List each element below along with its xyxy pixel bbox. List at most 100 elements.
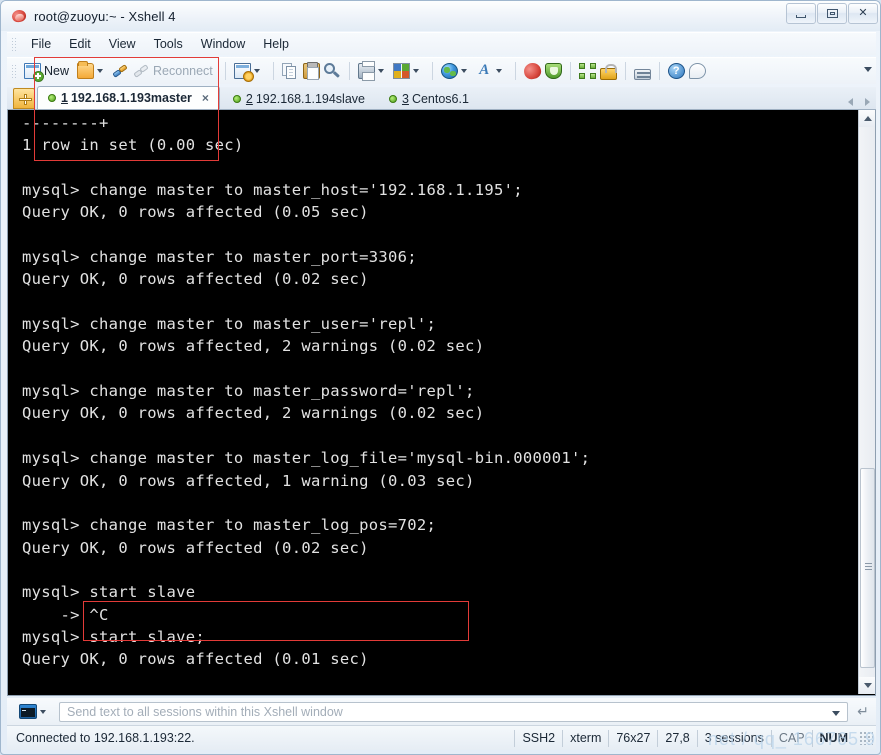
properties-dropdown-caret-icon[interactable]: [253, 69, 260, 73]
terminal-line: Query OK, 0 rows affected (0.02 sec): [22, 538, 369, 557]
toolbar-separator-7: [624, 62, 626, 80]
status-sessions: 3 sessions: [696, 729, 771, 747]
maximize-button[interactable]: [817, 3, 847, 24]
tab-centos6-1[interactable]: 3 Centos6.1: [378, 87, 480, 109]
status-size: 76x27: [608, 729, 657, 747]
keyboard-icon: [633, 68, 651, 80]
lock-icon: [599, 64, 617, 80]
window-controls: ✕: [785, 3, 878, 24]
status-num-lock: NUM: [811, 729, 855, 747]
chat-button[interactable]: [687, 59, 708, 83]
window-title: root@zuoyu:~ - Xshell 4: [34, 8, 176, 24]
find-button[interactable]: [322, 59, 343, 83]
send-text-input[interactable]: Send text to all sessions within this Xs…: [59, 701, 848, 722]
terminal-line: Query OK, 0 rows affected (0.02 sec): [22, 270, 369, 289]
print-button[interactable]: [356, 59, 391, 83]
open-session-button[interactable]: [75, 59, 110, 83]
send-history-caret-icon[interactable]: [832, 710, 840, 716]
terminal-line: mysql> start slave;: [22, 627, 206, 646]
menu-edit[interactable]: Edit: [60, 34, 100, 54]
terminal-line: mysql> change master to master_log_pos=7…: [22, 516, 437, 535]
terminal-line: -> ^C: [22, 605, 109, 624]
scroll-down-button[interactable]: [859, 677, 875, 694]
new-session-button[interactable]: New: [22, 59, 75, 83]
terminal-line: Query OK, 0 rows affected (0.01 sec): [22, 650, 369, 669]
font-button[interactable]: A: [474, 59, 509, 83]
keyboard-button[interactable]: [632, 59, 653, 83]
minimize-icon: [796, 14, 806, 18]
connect-button[interactable]: [110, 59, 131, 83]
connection-status: Connected to 192.168.1.193:22.: [16, 731, 195, 745]
title-bar: root@zuoyu:~ - Xshell 4 ✕: [1, 1, 880, 31]
send-target-caret-icon[interactable]: [40, 709, 46, 714]
reconnect-plug-icon: [133, 63, 150, 79]
web-button[interactable]: [439, 59, 474, 83]
shield-icon: [544, 63, 562, 79]
toolbar-separator-4: [431, 62, 433, 80]
send-enter-button[interactable]: ↵: [850, 703, 876, 720]
terminal-panel: --------+ 1 row in set (0.00 sec) mysql> c…: [7, 110, 876, 696]
layout-dropdown-caret-icon[interactable]: [412, 69, 419, 73]
tab-scroll-right-icon[interactable]: [865, 98, 870, 106]
font-dropdown-caret-icon[interactable]: [495, 69, 502, 73]
paste-button[interactable]: [301, 59, 322, 83]
tab-scroll-left-icon[interactable]: [848, 98, 853, 106]
menu-help[interactable]: Help: [254, 34, 298, 54]
tab-192-168-1-194slave[interactable]: 2 192.168.1.194slave: [222, 87, 376, 109]
close-button[interactable]: ✕: [848, 3, 878, 24]
copy-button[interactable]: [280, 59, 301, 83]
scroll-up-button[interactable]: [859, 110, 875, 127]
terminal-scrollbar[interactable]: [858, 110, 875, 694]
menu-grip[interactable]: [10, 36, 17, 52]
terminal-line: mysql> change master to master_password=…: [22, 382, 475, 401]
properties-button[interactable]: [232, 59, 267, 83]
terminal-line: mysql> change master to master_log_file=…: [22, 449, 591, 468]
tab-status-dot-icon: [388, 94, 397, 103]
status-bar: Connected to 192.168.1.193:22. SSH2 xter…: [7, 725, 876, 750]
font-icon: A: [479, 62, 490, 78]
minimize-button[interactable]: [786, 3, 816, 24]
tab-192-168-1-193master[interactable]: 1 192.168.1.193master ×: [37, 86, 220, 109]
new-tab-button[interactable]: [13, 88, 35, 109]
globe-icon: [440, 63, 458, 79]
tab-close-icon[interactable]: ×: [202, 91, 209, 105]
session-icon: [522, 61, 543, 81]
menu-window[interactable]: Window: [192, 34, 254, 54]
properties-icon: [233, 63, 254, 82]
transfer-button[interactable]: [543, 59, 564, 83]
help-icon: ?: [667, 63, 685, 79]
toolbar-separator-1: [224, 62, 226, 80]
web-dropdown-caret-icon[interactable]: [460, 69, 467, 73]
terminal-window-icon: [19, 704, 37, 719]
send-text-placeholder: Send text to all sessions within this Xs…: [67, 704, 343, 719]
search-icon: [323, 63, 341, 79]
scrollbar-thumb[interactable]: [860, 468, 875, 668]
arrange-button[interactable]: [577, 59, 598, 83]
terminal-output[interactable]: --------+ 1 row in set (0.00 sec) mysql> c…: [8, 110, 853, 695]
menu-file[interactable]: File: [22, 34, 60, 54]
terminal-line: mysql> start slave: [22, 583, 196, 602]
layout-button[interactable]: [391, 59, 426, 83]
xshell-window: root@zuoyu:~ - Xshell 4 ✕ File Edit View…: [0, 0, 881, 755]
open-dropdown-caret-icon[interactable]: [97, 69, 104, 73]
print-dropdown-caret-icon[interactable]: [377, 69, 384, 73]
status-protocol: SSH2: [514, 729, 562, 747]
lock-button[interactable]: [598, 59, 619, 83]
resize-grip[interactable]: [859, 731, 873, 745]
toolbar-separator-2: [272, 62, 274, 80]
terminal-line: mysql> change master to master_port=3306…: [22, 248, 417, 267]
toolbar-overflow-caret-icon[interactable]: [864, 67, 872, 72]
tab-bar: 1 192.168.1.193master × 2 192.168.1.194s…: [7, 86, 876, 110]
terminal-line: mysql> change master to master_user='rep…: [22, 315, 437, 334]
toolbar-separator-6: [569, 62, 571, 80]
menu-view[interactable]: View: [100, 34, 145, 54]
toolbar-grip[interactable]: [10, 63, 17, 79]
session-manager-button[interactable]: [522, 59, 543, 83]
help-button[interactable]: ?: [666, 59, 687, 83]
menu-tools[interactable]: Tools: [145, 34, 192, 54]
